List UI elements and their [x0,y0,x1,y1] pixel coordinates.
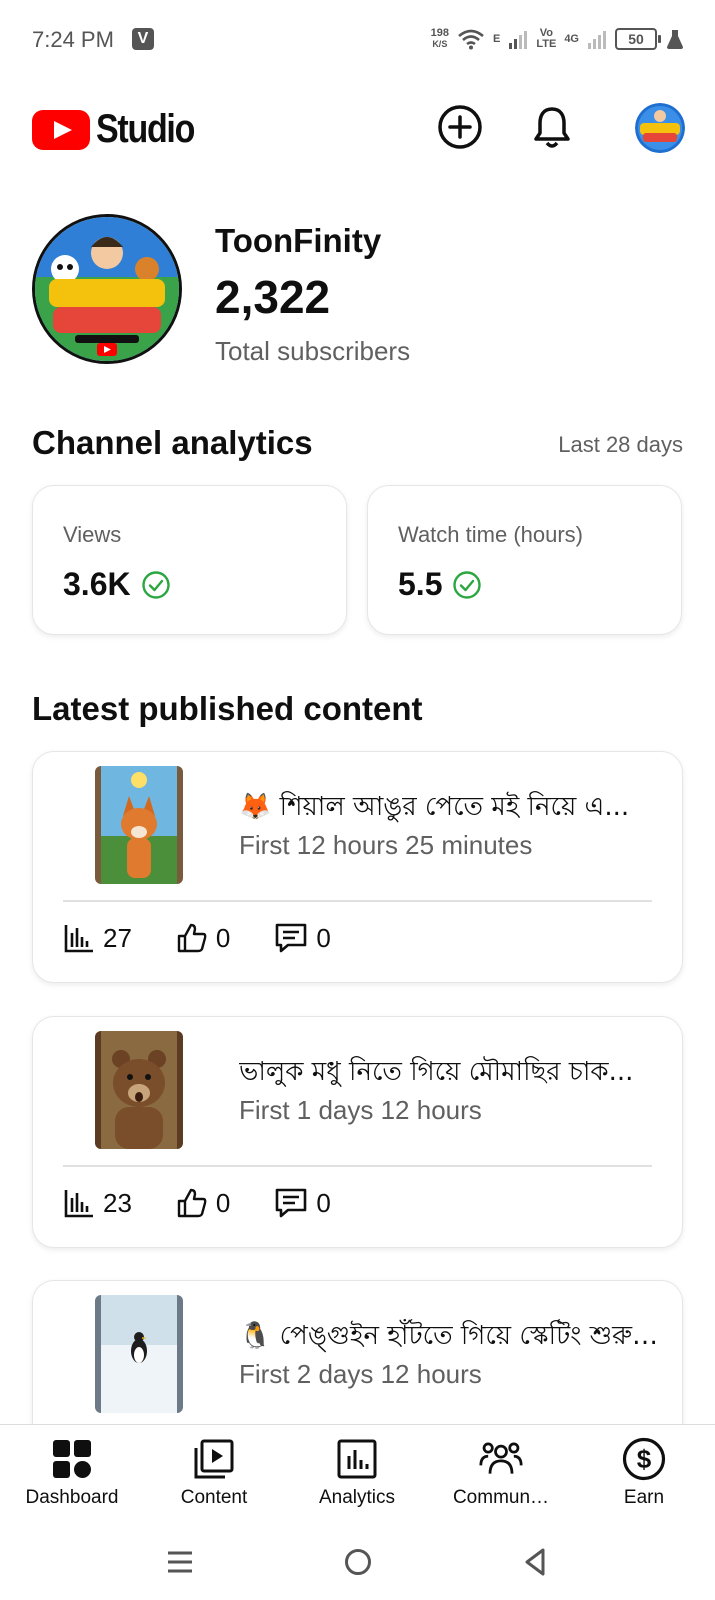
watch-time-value: 5.5 [398,566,443,602]
video-title: 🐧 পেঙ্গুইন হাঁটতে গিয়ে স্কেটিং শুরু ... [239,1321,659,1351]
latest-content-title: Latest published content [32,690,423,727]
nav-label: Earn [623,1487,665,1508]
views-value: 3.6K [63,566,131,602]
svg-text:$: $ [637,1444,652,1474]
channel-avatar[interactable] [32,214,182,364]
network-type-e: E [493,32,501,45]
thumbs-up-icon [177,923,207,953]
content-card[interactable]: ভালুক মধু নিতে গিয়ে মৌমাছির চাক... Firs… [32,1016,683,1248]
divider [63,900,652,902]
views-count: 27 [103,922,132,953]
comments-metric: 0 [274,1187,331,1219]
status-indicators: 198 K/S E Vo LTE 4G 50 [431,24,685,54]
channel-summary: ToonFinity 2,322 Total subscribers [32,210,682,370]
flask-icon [667,30,683,49]
nav-label: Content [180,1487,248,1508]
comments-count: 0 [316,922,331,953]
status-time: 7:24 PM [32,27,114,52]
views-value-row: 3.6K [63,566,171,603]
thumbs-up-icon [177,1188,207,1218]
video-metrics: 27 0 0 [63,922,375,954]
nav-analytics[interactable]: Analytics [287,1437,427,1509]
volte-indicator: Vo LTE [536,27,557,50]
comments-count: 0 [316,1187,331,1218]
signal-icon [509,31,528,49]
bar-chart-icon [64,1190,93,1218]
status-bar: 7:24 PM V 198 K/S E Vo LTE 4G 50 [0,0,715,80]
nav-dashboard[interactable]: Dashboard [2,1437,142,1509]
likes-count: 0 [215,922,231,953]
nav-community[interactable]: Commun… [431,1437,571,1509]
views-count: 23 [103,1187,132,1218]
channel-name: ToonFinity [215,222,382,259]
dashboard-icon [50,1437,94,1481]
comment-icon [276,923,307,953]
subscriber-count: 2,322 [215,271,331,323]
content-icon [192,1437,236,1481]
watch-time-value-row: 5.5 [398,566,482,603]
account-avatar[interactable] [635,103,685,153]
earn-icon: $ [622,1437,666,1481]
system-navigation-bar [0,1528,715,1600]
home-circle-icon[interactable] [338,1542,378,1582]
nav-label: Commun… [452,1487,550,1508]
likes-metric: 0 [176,922,230,954]
likes-count: 0 [215,1187,231,1218]
video-title: ভালুক মধু নিতে গিয়ে মৌমাছির চাক... [239,1057,634,1087]
nav-label: Dashboard [25,1487,119,1508]
video-thumbnail[interactable] [95,766,183,884]
video-title: 🦊 শিয়াল আঙুর পেতে মই নিয়ে এ... [239,792,630,822]
comment-icon [276,1188,307,1218]
network-type-4g: 4G [564,32,579,45]
divider [63,1165,652,1167]
nav-label: Analytics [318,1487,396,1508]
bar-chart-icon [64,925,93,953]
notification-bell-icon[interactable] [528,103,576,151]
battery-icon: 50 [615,28,661,50]
check-circle-icon [453,570,482,599]
youtube-studio-logo[interactable]: Studio [32,107,211,152]
nav-content[interactable]: Content [144,1437,284,1509]
brand-label: Studio [96,107,195,151]
notification-app-icon: V [132,28,154,50]
comments-metric: 0 [274,922,331,954]
video-thumbnail[interactable] [95,1031,183,1149]
analytics-period[interactable]: Last 28 days [558,432,683,458]
views-metric: 27 [63,922,132,954]
analytics-section-title: Channel analytics [32,424,313,461]
views-metric: 23 [63,1187,132,1219]
video-period: First 12 hours 25 minutes [239,830,533,860]
signal-icon-2 [588,31,606,49]
video-period: First 2 days 12 hours [239,1359,482,1389]
likes-metric: 0 [176,1187,230,1219]
recents-menu-icon[interactable] [160,1542,200,1582]
watch-time-card[interactable]: Watch time (hours) 5.5 [367,485,682,635]
watch-time-label: Watch time (hours) [398,522,584,547]
content-card[interactable]: 🦊 শিয়াল আঙুর পেতে মই নিয়ে এ... First 1… [32,751,683,983]
video-period: First 1 days 12 hours [239,1095,482,1125]
views-label: Views [63,522,122,547]
create-plus-icon[interactable] [436,103,484,151]
analytics-icon [335,1437,379,1481]
bottom-navigation: Dashboard Content Analytics Commun… $ Ea… [0,1424,715,1524]
youtube-play-icon [32,109,90,150]
views-card[interactable]: Views 3.6K [32,485,347,635]
app-header: Studio [0,95,715,165]
nav-earn[interactable]: $ Earn [574,1437,714,1509]
wifi-icon [458,29,484,50]
video-thumbnail[interactable] [95,1295,183,1413]
video-metrics: 23 0 0 [63,1187,375,1219]
subscriber-count-label: Total subscribers [215,336,411,366]
back-triangle-icon[interactable] [516,1542,556,1582]
check-circle-icon [141,570,170,599]
community-icon [479,1437,523,1481]
network-speed: 198 K/S [430,27,449,50]
